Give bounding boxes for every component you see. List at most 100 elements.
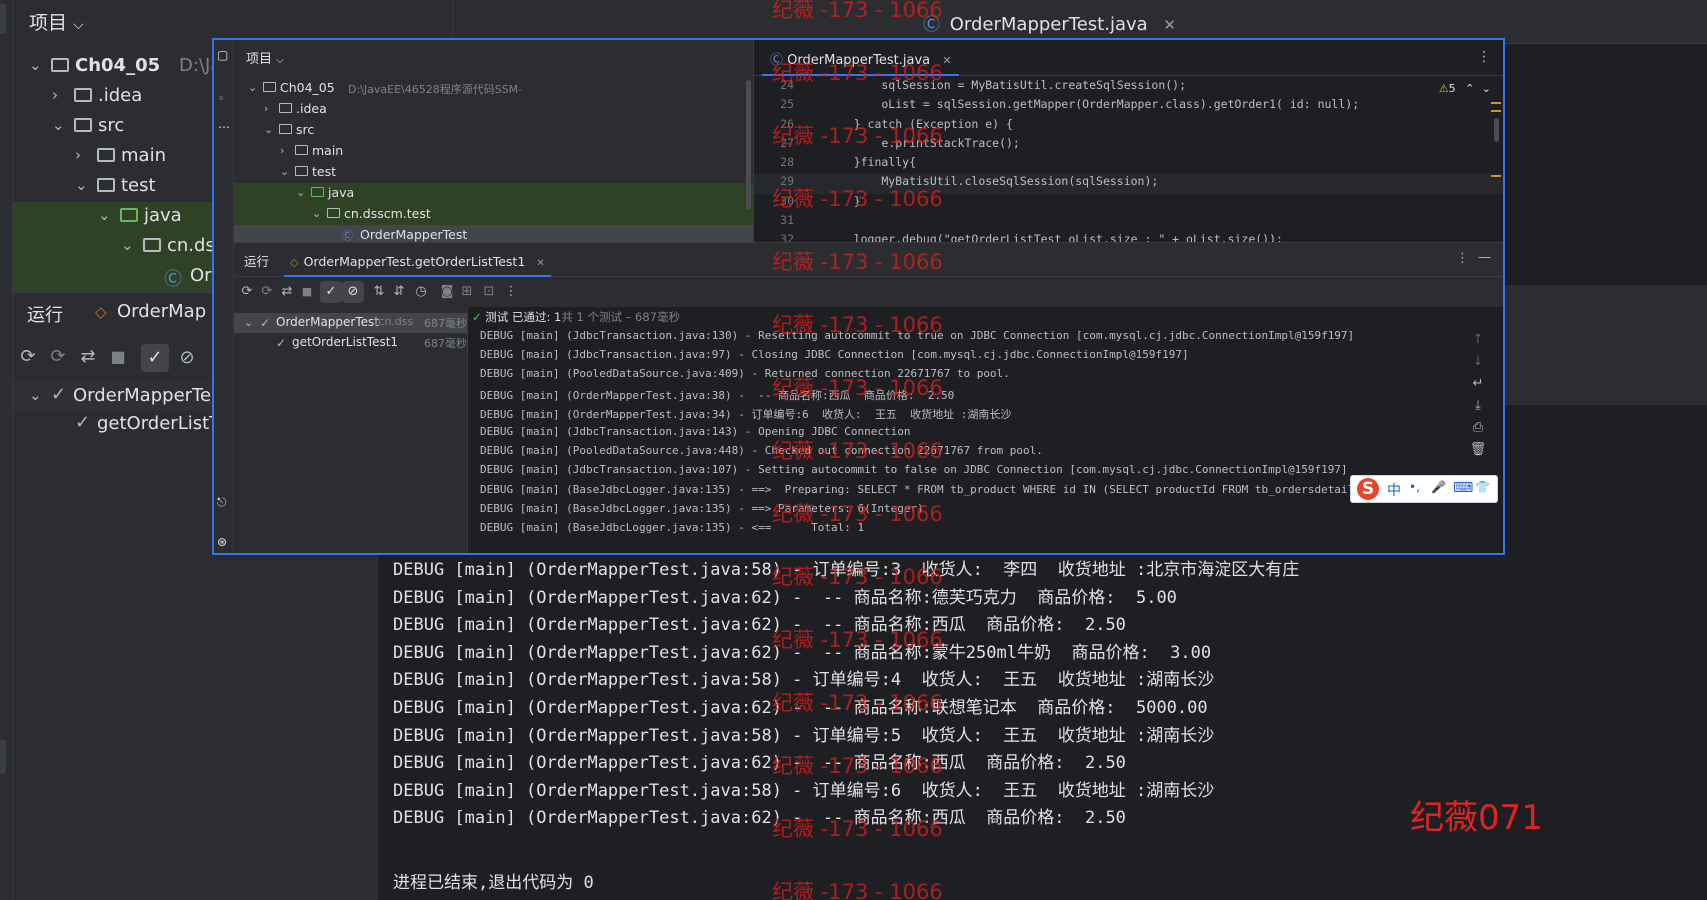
code-line: 25 oList = sqlSession.getMapper(OrderMap… xyxy=(754,97,1503,116)
test-tree-item[interactable]: ⌄ ✓ OrderMapperTest (cn.dss 687毫秒 xyxy=(234,313,467,333)
more-vertical-icon[interactable]: ⋮ xyxy=(1477,49,1491,65)
show-ignored-icon[interactable]: ⊘ xyxy=(342,281,364,303)
chevron-down-icon[interactable]: ⌄ xyxy=(280,165,289,178)
sort-duration-icon[interactable]: ⇵ xyxy=(388,281,410,303)
soft-wrap-icon[interactable]: ↵ xyxy=(1467,373,1489,395)
tree-item-label: cn.ds xyxy=(167,235,215,256)
sogou-logo-icon[interactable]: S xyxy=(1357,478,1379,500)
tree-item[interactable]: Ⓒ OrderMapperTest xyxy=(234,225,753,242)
project-title: 项目 xyxy=(29,12,68,34)
ime-mode-toggle[interactable]: 中 xyxy=(1387,480,1401,500)
folder-icon xyxy=(74,118,92,132)
minimize-icon[interactable]: — xyxy=(1478,250,1491,265)
tree-item[interactable]: › main xyxy=(234,141,753,162)
desktop: 项目 ⌵ ⌄ Ch04_05 D:\Ja › .idea ⌄ src › main ⌄ test ⌄ j… xyxy=(0,0,1707,900)
scroll-up-icon[interactable]: ↑ xyxy=(1467,329,1489,351)
show-passed-icon[interactable]: ✓ xyxy=(141,344,169,372)
close-icon[interactable]: ✕ xyxy=(1163,16,1176,34)
console-line: DEBUG [main] (JdbcTransaction.java:143) … xyxy=(480,424,911,438)
folder-icon xyxy=(263,82,276,92)
chevron-down-icon[interactable]: ⌄ xyxy=(296,186,305,199)
class-icon: Ⓒ xyxy=(164,269,182,290)
chevron-down-icon[interactable]: ⌄ xyxy=(121,236,134,254)
editor-tab-label: OrderMapperTest.java xyxy=(949,14,1148,35)
tree-item[interactable]: ⌄ cn.dsscm.test xyxy=(234,204,753,225)
stop-icon[interactable]: ■ xyxy=(296,281,318,303)
keyboard-icon[interactable]: ⌨ xyxy=(1453,480,1473,496)
chevron-right-icon[interactable]: › xyxy=(280,144,284,157)
tree-item[interactable]: ⌄ java xyxy=(234,183,753,204)
stripe-handle[interactable] xyxy=(0,4,6,34)
project-dropdown[interactable]: 项目 ⌵ xyxy=(29,8,84,35)
import-icon[interactable]: ⊞ xyxy=(456,281,478,303)
tree-item[interactable]: › .idea xyxy=(234,99,753,120)
chevron-down-icon[interactable]: ⌄ xyxy=(52,116,65,134)
show-passed-icon[interactable]: ✓ xyxy=(320,281,342,303)
run-tab[interactable]: OrderMap xyxy=(117,301,206,322)
more-tools-icon[interactable]: ⋯ xyxy=(218,120,230,134)
more-vertical-icon[interactable]: ⋮ xyxy=(1456,251,1469,266)
watermark: 纪薇 -173 - 1066 xyxy=(772,502,943,526)
run-tab[interactable]: ◇ OrderMapperTest.getOrderListTest1 ✕ xyxy=(284,243,551,277)
chevron-down-icon: ⌵ xyxy=(73,17,84,33)
test-tree-item[interactable]: ✓ getOrderListTest1 687毫秒 xyxy=(234,333,467,353)
console-output[interactable]: DEBUG [main] (JdbcTransaction.java:130) … xyxy=(472,329,1452,553)
git-tool-icon[interactable]: ⊛ xyxy=(217,535,227,549)
chevron-down-icon[interactable]: ⌄ xyxy=(29,56,42,74)
more-vertical-icon[interactable]: ⋮ xyxy=(500,281,522,303)
export-icon[interactable]: ⊡ xyxy=(478,281,500,303)
editor-scrollbar[interactable] xyxy=(1494,118,1499,142)
ime-toolbar[interactable]: S 中 •, 🎤 ⌨ 👕 xyxy=(1350,475,1498,503)
rerun-failed-icon[interactable]: ⟳ xyxy=(256,281,278,303)
tree-item-label: cn.dsscm.test xyxy=(344,206,431,221)
chevron-down-icon[interactable]: ⌄ xyxy=(98,206,111,224)
watermark: 纪薇 -173 - 1066 xyxy=(772,313,943,337)
stop-icon[interactable]: ■ xyxy=(107,346,129,368)
chevron-down-icon[interactable]: ⌄ xyxy=(29,386,42,404)
mic-icon[interactable]: 🎤 xyxy=(1431,480,1446,494)
tree-item[interactable]: ⌄ src xyxy=(234,120,753,141)
structure-tool-icon[interactable]: ◦ xyxy=(218,92,225,105)
scroll-down-icon[interactable]: ↓ xyxy=(1467,351,1489,373)
punctuation-icon[interactable]: •, xyxy=(1409,480,1420,494)
rerun-failed-icon[interactable]: ⟳ xyxy=(47,346,69,368)
rerun-icon[interactable]: ⟳ xyxy=(236,281,258,303)
sort-alpha-icon[interactable]: ⇅ xyxy=(368,281,390,303)
test-tree-label: OrderMapperTe xyxy=(73,385,212,406)
camera-icon[interactable]: ◙ xyxy=(436,281,458,303)
tree-item-label: src xyxy=(296,122,315,137)
scroll-to-end-icon[interactable]: ⤓ xyxy=(1467,395,1489,417)
rerun-icon[interactable]: ⟳ xyxy=(17,346,39,368)
chevron-right-icon[interactable]: › xyxy=(75,146,81,164)
console-line: DEBUG [main] (OrderMapperTest.java:62) -… xyxy=(393,753,1126,774)
foreground-ide-window[interactable]: ▢ ◦ ⋯ ⎋ ⊛ 项目 ⌵ ⌄ Ch04_05 D:\JavaEE\46528程序… xyxy=(212,38,1505,555)
run-tab-icon: ◇ xyxy=(95,303,107,321)
print-icon[interactable]: ⎙ xyxy=(1467,417,1489,439)
console-line: DEBUG [main] (OrderMapperTest.java:34) -… xyxy=(480,407,1012,421)
tree-item[interactable]: ⌄ test xyxy=(234,162,753,183)
tree-item[interactable]: ⌄ Ch04_05 D:\JavaEE\46528程序源代码SSM- xyxy=(234,78,753,99)
chevron-down-icon[interactable]: ⌄ xyxy=(248,81,257,94)
trash-icon[interactable]: 🗑 xyxy=(1467,439,1489,461)
chevron-down-icon[interactable]: ⌄ xyxy=(264,123,273,136)
chevron-down-icon[interactable]: ⌄ xyxy=(312,207,321,220)
chevron-right-icon[interactable]: › xyxy=(52,86,58,104)
close-icon[interactable]: ✕ xyxy=(536,258,544,269)
skin-icon[interactable]: 👕 xyxy=(1475,480,1490,494)
toggle-auto-test-icon[interactable]: ⇄ xyxy=(276,281,298,303)
chevron-down-icon[interactable]: ⌄ xyxy=(244,316,253,329)
tree-scrollbar[interactable] xyxy=(746,80,751,210)
project-tool-icon[interactable]: ▢ xyxy=(217,48,228,62)
show-ignored-icon[interactable]: ⊘ xyxy=(173,344,201,372)
close-icon[interactable]: ✕ xyxy=(942,54,951,67)
project-dropdown[interactable]: 项目 ⌵ xyxy=(246,48,284,67)
chevron-right-icon[interactable]: › xyxy=(264,102,268,115)
editor-tab[interactable]: Ⓒ OrderMapperTest.java ✕ xyxy=(923,10,1176,35)
services-tool-icon[interactable]: ⎋ xyxy=(217,495,227,510)
chevron-down-icon[interactable]: ⌄ xyxy=(75,176,88,194)
stripe-handle[interactable] xyxy=(0,740,6,774)
toggle-auto-test-icon[interactable]: ⇄ xyxy=(77,346,99,368)
history-icon[interactable]: ◷ xyxy=(410,281,432,303)
code-line: 28 }finally{ xyxy=(754,155,1503,174)
console-line: DEBUG [main] (OrderMapperTest.java:62) -… xyxy=(393,615,1126,636)
